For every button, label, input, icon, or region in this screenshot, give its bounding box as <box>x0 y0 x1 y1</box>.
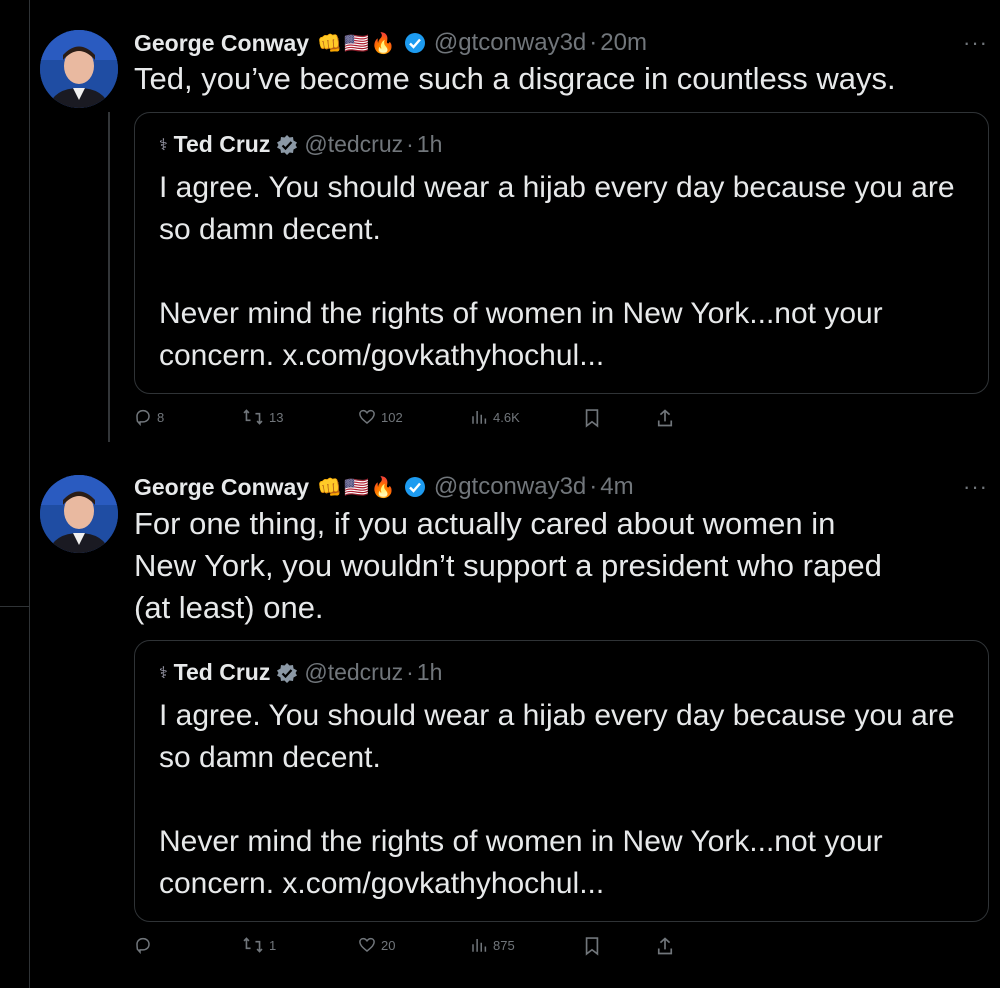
retweet-count: 1 <box>269 937 277 953</box>
reply-button[interactable]: 8 <box>134 408 164 426</box>
share-button[interactable] <box>656 936 679 956</box>
heart-icon <box>359 937 375 952</box>
tweet-header: George Conway 👊🇺🇸🔥 @gtconway3d · 20m <box>134 28 647 58</box>
share-button[interactable] <box>656 408 679 428</box>
bookmark-icon <box>585 937 599 956</box>
quoted-verified-badge-icon <box>276 662 298 684</box>
profile-flag-icon: ⚕ <box>159 136 168 154</box>
quoted-tweet-header: ⚕ Ted Cruz @tedcruz · 1h <box>159 659 442 686</box>
retweet-button[interactable]: 13 <box>242 408 283 426</box>
quoted-timestamp[interactable]: 1h <box>417 659 443 686</box>
heart-icon <box>359 409 375 424</box>
separator-dot: · <box>406 131 414 157</box>
avatar[interactable] <box>40 475 118 553</box>
view-count: 875 <box>493 937 515 953</box>
quoted-author-handle[interactable]: @tedcruz <box>304 659 403 686</box>
separator-dot: · <box>589 473 598 500</box>
like-button[interactable]: 102 <box>358 408 403 426</box>
quoted-tweet-text: I agree. You should wear a hijab every d… <box>159 171 955 372</box>
left-column-divider <box>0 606 29 607</box>
thread-connector-line <box>108 112 110 442</box>
tweet-actions: 1 20 875 <box>134 936 694 960</box>
verified-badge-icon <box>404 476 426 498</box>
author-handle[interactable]: @gtconway3d <box>434 29 586 57</box>
reply-icon <box>136 937 150 954</box>
author-emoji: 👊🇺🇸🔥 <box>317 32 398 55</box>
like-count: 102 <box>381 409 403 425</box>
quoted-author-name[interactable]: Ted Cruz <box>174 131 271 158</box>
tweet-header: George Conway 👊🇺🇸🔥 @gtconway3d · 4m <box>134 472 634 502</box>
tweet-1[interactable]: George Conway 👊🇺🇸🔥 @gtconway3d · 20m ···… <box>30 0 1000 470</box>
bookmark-button[interactable] <box>583 408 606 428</box>
tweet-actions: 8 13 102 4.6K <box>134 408 694 432</box>
tweet-text: For one thing, if you actually cared abo… <box>134 506 882 625</box>
quoted-tweet[interactable]: ⚕ Ted Cruz @tedcruz · 1h I agree. You sh… <box>134 112 989 394</box>
reply-icon <box>136 409 150 426</box>
views-chart-icon <box>472 411 487 424</box>
share-icon <box>657 409 673 427</box>
bookmark-button[interactable] <box>583 936 606 956</box>
like-count: 20 <box>381 937 396 953</box>
author-emoji: 👊🇺🇸🔥 <box>317 476 398 499</box>
reply-button[interactable] <box>134 936 157 954</box>
separator-dot: · <box>589 29 598 56</box>
timestamp[interactable]: 20m <box>600 29 647 57</box>
avatar[interactable] <box>40 30 118 108</box>
profile-flag-icon: ⚕ <box>159 664 168 682</box>
quoted-tweet-header: ⚕ Ted Cruz @tedcruz · 1h <box>159 131 442 158</box>
left-column-border <box>0 0 30 988</box>
quoted-author-name[interactable]: Ted Cruz <box>174 659 271 686</box>
retweet-button[interactable]: 1 <box>242 936 276 954</box>
author-name[interactable]: George Conway <box>134 30 309 57</box>
timestamp[interactable]: 4m <box>600 473 633 501</box>
separator-dot: · <box>406 659 414 685</box>
views-button[interactable]: 4.6K <box>470 408 520 426</box>
retweet-icon <box>243 409 263 425</box>
author-handle[interactable]: @gtconway3d <box>434 473 586 501</box>
views-button[interactable]: 875 <box>470 936 515 954</box>
more-options-icon[interactable]: ··· <box>963 474 988 500</box>
more-options-icon[interactable]: ··· <box>963 30 988 56</box>
verified-badge-icon <box>404 32 426 54</box>
quoted-timestamp[interactable]: 1h <box>417 131 443 158</box>
tweet-2[interactable]: George Conway 👊🇺🇸🔥 @gtconway3d · 4m ··· … <box>30 470 1000 988</box>
view-count: 4.6K <box>493 409 520 425</box>
views-chart-icon <box>472 939 487 952</box>
retweet-icon <box>243 937 263 953</box>
bookmark-icon <box>585 409 599 428</box>
like-button[interactable]: 20 <box>358 936 395 954</box>
author-name[interactable]: George Conway <box>134 474 309 501</box>
quoted-author-handle[interactable]: @tedcruz <box>304 131 403 158</box>
quoted-verified-badge-icon <box>276 134 298 156</box>
share-icon <box>657 937 673 955</box>
quoted-tweet-text: I agree. You should wear a hijab every d… <box>159 699 955 900</box>
retweet-count: 13 <box>269 409 284 425</box>
quoted-tweet[interactable]: ⚕ Ted Cruz @tedcruz · 1h I agree. You sh… <box>134 640 989 922</box>
reply-count: 8 <box>157 409 165 425</box>
tweet-text: Ted, you’ve become such a disgrace in co… <box>134 61 896 96</box>
